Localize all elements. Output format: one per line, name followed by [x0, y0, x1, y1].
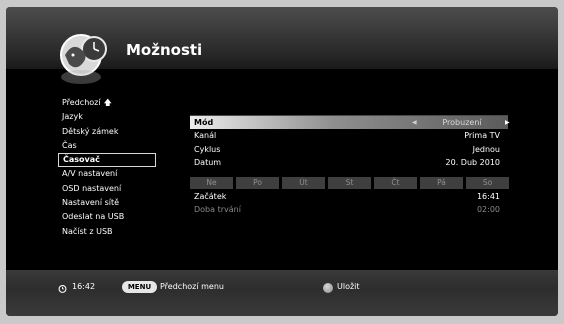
day-tuesday[interactable]: Út: [282, 177, 325, 189]
channel-row[interactable]: Kanál Prima TV: [190, 129, 508, 142]
menu-item-previous[interactable]: Předchozí 🡅: [58, 96, 156, 110]
start-row[interactable]: Začátek 16:41: [190, 190, 508, 203]
menu-item-osd-settings[interactable]: OSD nastavení: [58, 182, 156, 196]
start-label: Začátek: [194, 192, 227, 201]
day-thursday[interactable]: Čt: [374, 177, 417, 189]
cycle-row[interactable]: Cyklus Jednou: [190, 143, 508, 156]
current-time: 16:42: [72, 282, 96, 291]
menu-item-time[interactable]: Čas: [58, 139, 156, 153]
date-row[interactable]: Datum 20. Dub 2010: [190, 156, 508, 169]
cycle-label: Cyklus: [194, 144, 221, 154]
mode-row[interactable]: Mód ◀ Probuzení ▶: [190, 116, 510, 130]
previous-menu-label: Předchozí menu: [160, 282, 224, 291]
day-friday[interactable]: Pá: [420, 177, 463, 189]
page-title: Možnosti: [126, 41, 203, 59]
right-arrow-icon[interactable]: ▶: [505, 116, 510, 129]
date-label: Datum: [194, 158, 222, 168]
duration-value: 02:00: [476, 205, 500, 215]
day-wednesday[interactable]: St: [328, 177, 371, 189]
menu-item-upload-to-usb[interactable]: Odeslat na USB: [58, 210, 156, 224]
gray-button-icon[interactable]: [323, 283, 333, 293]
menu-item-label: Předchozí: [62, 98, 101, 107]
channel-label: Kanál: [194, 131, 217, 141]
dog-and-clock-logo-icon: [60, 34, 107, 84]
mode-value: Probuzení: [442, 118, 482, 127]
tv-screen: Možnosti Předchozí 🡅 Jazyk Dětský zámek Č…: [6, 7, 558, 316]
mode-label: Mód: [194, 118, 214, 127]
alarm-clock-icon: [58, 284, 67, 293]
channel-value: Prima TV: [464, 131, 500, 141]
header: Možnosti: [6, 7, 558, 84]
menu-item-network-settings[interactable]: Nastavení sítě: [58, 196, 156, 210]
cycle-value: Jednou: [472, 144, 500, 154]
menu-item-timer[interactable]: Časovač: [58, 153, 156, 168]
menu-key-icon[interactable]: MENU: [122, 281, 157, 293]
up-arrow-icon: 🡅: [103, 98, 112, 107]
timer-settings: Mód ◀ Probuzení ▶ Kanál Prima TV Cyklus …: [190, 116, 510, 170]
save-label: Uložit: [337, 282, 360, 291]
menu-item-language[interactable]: Jazyk: [58, 110, 156, 124]
menu-item-load-from-usb[interactable]: Načíst z USB: [58, 225, 156, 239]
start-value: 16:41: [476, 192, 500, 201]
menu-item-parental-lock[interactable]: Dětský zámek: [58, 125, 156, 139]
timer-time-settings: Začátek 16:41 Doba trvání 02:00: [190, 190, 508, 217]
options-menu: Předchozí 🡅 Jazyk Dětský zámek Čas Časova…: [58, 96, 156, 239]
menu-item-av-settings[interactable]: A/V nastavení: [58, 167, 156, 181]
day-monday[interactable]: Po: [236, 177, 279, 189]
footer-bar: 16:42 MENU Předchozí menu Uložit: [6, 270, 558, 316]
weekday-selector: Ne Po Út St Čt Pá So: [190, 177, 512, 189]
duration-row[interactable]: Doba trvání 02:00: [190, 203, 508, 216]
date-value: 20. Dub 2010: [445, 158, 500, 168]
day-saturday[interactable]: So: [466, 177, 509, 189]
duration-label: Doba trvání: [194, 205, 241, 215]
day-sunday[interactable]: Ne: [190, 177, 233, 189]
